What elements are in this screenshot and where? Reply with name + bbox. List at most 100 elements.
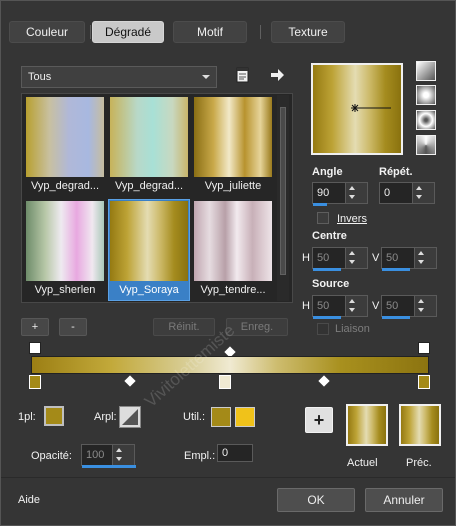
tab-texture[interactable]: Texture <box>271 21 345 43</box>
previous-preview[interactable] <box>399 404 441 446</box>
center-v-label: V <box>372 252 380 264</box>
category-value: Tous <box>28 71 52 83</box>
radial-style-icon[interactable] <box>416 85 436 105</box>
gradient-editor-bar[interactable] <box>31 356 429 374</box>
center-h-stepper[interactable]: 50 <box>312 247 368 271</box>
rectangular-style-icon[interactable] <box>416 110 436 130</box>
down-arrow-icon <box>418 308 424 312</box>
source-h-value: 50 <box>317 300 330 312</box>
gallery-item[interactable]: Vyp_degrad... <box>109 96 189 196</box>
tab-degrade[interactable]: Dégradé <box>92 21 164 43</box>
color-midpoint-handle[interactable] <box>318 375 330 387</box>
center-v-stepper[interactable]: 50 <box>381 247 437 271</box>
stepper-arrows[interactable] <box>414 248 436 268</box>
tab-separator <box>90 25 91 39</box>
center-h-level-bar <box>313 268 341 271</box>
color-stop-handle[interactable] <box>219 375 231 389</box>
empl-input[interactable]: 0 <box>217 444 253 462</box>
angle-stepper[interactable]: 90 <box>312 182 368 206</box>
folder-file-icon[interactable] <box>235 67 251 83</box>
util-label: Util.: <box>183 411 205 423</box>
source-label: Source <box>312 278 350 290</box>
up-arrow-icon <box>418 251 424 255</box>
down-arrow-icon <box>116 457 122 461</box>
stepper-arrows[interactable] <box>112 445 134 465</box>
gradient-swatch <box>26 201 104 281</box>
opacity-label: Opacité: <box>31 450 72 462</box>
tab-motif[interactable]: Motif <box>173 21 247 43</box>
stepper-arrows[interactable] <box>414 296 436 316</box>
up-arrow-icon <box>416 186 422 190</box>
stepper-arrows[interactable] <box>412 183 434 203</box>
down-arrow-icon <box>349 260 355 264</box>
center-handle-icon[interactable] <box>351 102 395 114</box>
color-stop-handle[interactable] <box>418 375 430 389</box>
previous-label: Préc. <box>406 457 432 469</box>
link-label: Liaison <box>335 323 370 335</box>
source-v-label: V <box>372 300 380 312</box>
source-h-stepper[interactable]: 50 <box>312 295 368 319</box>
down-arrow-icon <box>349 195 355 199</box>
down-arrow-icon <box>418 260 424 264</box>
gallery-item-label: Vyp_sherlen <box>34 284 96 296</box>
color-stop-handle[interactable] <box>29 375 41 389</box>
background-swatch[interactable] <box>119 406 141 428</box>
gallery-item[interactable]: Vyp_sherlen <box>25 200 105 300</box>
gallery-item[interactable]: Vyp_tendre... <box>193 200 273 300</box>
util-color-2[interactable] <box>235 407 255 427</box>
onepl-color-swatch[interactable] <box>44 406 64 426</box>
gradient-swatch <box>110 201 188 281</box>
gallery-item[interactable]: Vyp_degrad... <box>25 96 105 196</box>
stepper-arrows[interactable] <box>345 296 367 316</box>
repeat-stepper[interactable]: 0 <box>379 182 435 204</box>
linear-style-icon[interactable] <box>416 61 436 81</box>
up-arrow-icon <box>349 299 355 303</box>
down-arrow-icon <box>349 308 355 312</box>
link-checkbox[interactable] <box>317 323 329 335</box>
help-link[interactable]: Aide <box>18 494 40 506</box>
util-color-1[interactable] <box>211 407 231 427</box>
source-h-label: H <box>302 300 310 312</box>
gallery-item[interactable]: Vyp_juliette <box>193 96 273 196</box>
current-preview <box>346 404 388 446</box>
opacity-value: 100 <box>86 449 105 461</box>
tab-couleur[interactable]: Couleur <box>9 21 85 43</box>
center-h-value: 50 <box>317 252 330 264</box>
gradient-swatch <box>194 201 272 281</box>
gradient-swatch <box>26 97 104 177</box>
stepper-arrows[interactable] <box>345 248 367 268</box>
scrollbar-thumb[interactable] <box>280 107 286 275</box>
color-midpoint-handle[interactable] <box>124 375 136 387</box>
invert-checkbox[interactable] <box>317 212 329 224</box>
gallery-scrollbar[interactable] <box>277 95 289 301</box>
angle-label: Angle <box>312 166 343 178</box>
stepper-arrows[interactable] <box>345 183 367 203</box>
opacity-stepper[interactable]: 100 <box>81 444 136 468</box>
reset-button[interactable]: Réinit. <box>153 318 215 336</box>
arrow-right-icon[interactable] <box>269 67 285 83</box>
remove-gradient-button[interactable]: - <box>59 318 87 336</box>
category-select[interactable]: Tous <box>21 66 217 88</box>
gallery-item-selected[interactable]: Vyp_Soraya <box>108 199 190 301</box>
opacity-stop-handle[interactable] <box>418 342 430 354</box>
repeat-label: Répét. <box>379 166 413 178</box>
cancel-button[interactable]: Annuler <box>365 488 443 512</box>
tab-bar: Couleur Dégradé Motif Texture <box>5 15 451 51</box>
ok-button[interactable]: OK <box>277 488 355 512</box>
onepl-label: 1pl: <box>18 411 36 423</box>
gradient-dialog: Couleur Dégradé Motif Texture Tous Vyp_d… <box>0 0 456 526</box>
empl-value: 0 <box>222 447 229 459</box>
opacity-stop-handle[interactable] <box>29 342 41 354</box>
add-gradient-button[interactable]: + <box>21 318 49 336</box>
gradient-swatch <box>110 97 188 177</box>
add-color-button[interactable]: + <box>305 407 333 433</box>
up-arrow-icon <box>418 299 424 303</box>
gradient-preview[interactable] <box>311 63 403 155</box>
source-v-value: 50 <box>386 300 399 312</box>
source-v-level-bar <box>382 316 410 319</box>
source-v-stepper[interactable]: 50 <box>381 295 437 319</box>
up-arrow-icon <box>116 448 122 452</box>
angle-value: 90 <box>317 187 330 199</box>
opacity-level-bar <box>82 465 136 468</box>
conical-style-icon[interactable] <box>416 135 436 155</box>
